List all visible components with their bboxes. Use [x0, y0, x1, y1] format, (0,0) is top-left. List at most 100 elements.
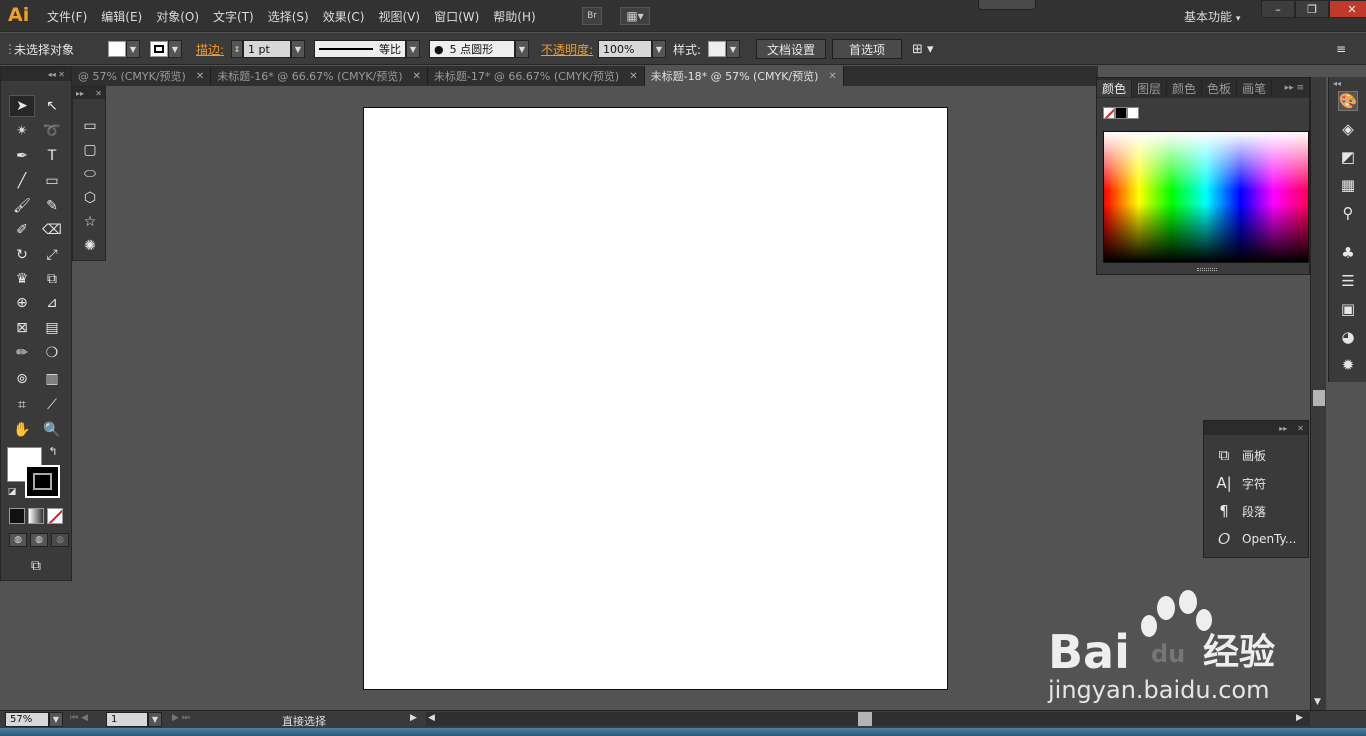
opacity-label[interactable]: 不透明度: — [541, 39, 593, 59]
mini-panel-header[interactable]: ▸▸ ✕ — [1204, 421, 1308, 435]
tab-document-18[interactable]: 未标题-18* @ 57% (CMYK/预览) ✕ — [644, 66, 844, 86]
blob-brush-tool-icon[interactable]: ✐ — [9, 219, 35, 241]
artboard[interactable] — [363, 107, 948, 690]
tab-document-15[interactable]: @ 57% (CMYK/预览) ✕ — [72, 66, 212, 86]
resize-grip-icon[interactable] — [1197, 268, 1217, 271]
close-icon[interactable]: ✕ — [629, 71, 637, 82]
menu-view[interactable]: 视图(V) — [371, 8, 427, 25]
close-icon[interactable]: ✕ — [413, 71, 421, 82]
vertical-scrollbar[interactable]: ▼ — [1310, 77, 1326, 710]
tools-panel-header[interactable]: ◂◂ ✕ — [1, 67, 71, 81]
chevron-down-icon[interactable]: ▼ — [515, 40, 529, 58]
dock-collapse-icon[interactable]: ◂◂ — [1333, 79, 1341, 88]
style-swatch[interactable]: ▼ — [708, 39, 740, 59]
hand-tool-icon[interactable]: ✋ — [9, 419, 35, 441]
flyout-header[interactable]: ▸▸ ✕ — [73, 87, 105, 99]
opacity-input[interactable]: 100% — [598, 40, 652, 58]
menu-effect[interactable]: 效果(C) — [316, 8, 372, 25]
menu-object[interactable]: 对象(O) — [149, 8, 206, 25]
tab-color[interactable]: 颜色 — [1097, 79, 1133, 97]
paintbrush-tool-icon[interactable]: 🖌 — [9, 195, 35, 217]
chevron-down-icon[interactable]: ▼ — [726, 40, 740, 58]
menu-select[interactable]: 选择(S) — [261, 8, 316, 25]
rounded-rectangle-tool-icon[interactable]: ▢ — [77, 139, 103, 161]
tab-document-17[interactable]: 未标题-17* @ 66.67% (CMYK/预览) ✕ — [428, 66, 645, 86]
swatches-panel-icon[interactable]: ▦ — [1338, 175, 1358, 195]
shape-builder-tool-icon[interactable]: ⊕ — [9, 292, 35, 314]
next-artboard-icon[interactable]: ▶ ⏭ — [172, 713, 190, 723]
tab-document-16[interactable]: 未标题-16* @ 66.67% (CMYK/预览) ✕ — [211, 66, 428, 86]
screen-mode-icon[interactable]: ⧉ — [23, 555, 49, 577]
arrange-documents-icon[interactable]: ▦▾ — [620, 7, 650, 25]
rectangle-tool-icon[interactable]: ▭ — [39, 170, 65, 192]
layers-panel-icon[interactable]: ◈ — [1338, 119, 1358, 139]
draw-inside-icon[interactable]: ◍ — [51, 533, 69, 547]
stroke-panel-icon[interactable]: ☰ — [1338, 271, 1358, 291]
tab-layers[interactable]: 图层 — [1132, 79, 1168, 97]
default-colors-icon[interactable]: ◪ — [5, 485, 19, 499]
horizontal-scrollbar[interactable]: ◀ ▶ — [426, 712, 1310, 726]
minimize-button[interactable]: – — [1261, 0, 1295, 18]
gradient-tool-icon[interactable]: ▤ — [39, 317, 65, 339]
none-swatch[interactable] — [1103, 107, 1115, 119]
tab-swatches[interactable]: 色板 — [1202, 79, 1238, 97]
character-panel-item[interactable]: A| 字符 — [1204, 469, 1308, 497]
artboards-panel-item[interactable]: ⧉ 画板 — [1204, 441, 1308, 469]
mesh-tool-icon[interactable]: ⊠ — [9, 317, 35, 339]
stroke-weight-control[interactable]: ⇕ 1 pt ▼ — [231, 39, 305, 59]
bridge-button[interactable]: Br — [582, 7, 602, 25]
perspective-grid-tool-icon[interactable]: ⊿ — [39, 292, 65, 314]
star-tool-icon[interactable]: ☆ — [77, 211, 103, 233]
color-mode-icon[interactable] — [9, 508, 25, 524]
white-swatch[interactable] — [1127, 107, 1139, 119]
menu-file[interactable]: 文件(F) — [40, 8, 94, 25]
rectangle-tool-icon[interactable]: ▭ — [77, 115, 103, 137]
rotate-tool-icon[interactable]: ↻ — [9, 244, 35, 266]
column-graph-tool-icon[interactable]: ▥ — [39, 368, 65, 390]
draw-behind-icon[interactable]: ◍ — [30, 533, 48, 547]
scroll-left-icon[interactable]: ◀ — [428, 713, 435, 723]
opentype-panel-item[interactable]: 𝑂 OpenTy... — [1204, 525, 1308, 553]
pencil-tool-icon[interactable]: ✎ — [39, 195, 65, 217]
stepper-icon[interactable]: ⇕ — [231, 40, 243, 58]
chevron-down-icon[interactable]: ▼ — [168, 40, 182, 58]
artboard-tool-icon[interactable]: ⌗ — [9, 394, 35, 416]
eyedropper-tool-icon[interactable]: ✏ — [9, 342, 35, 364]
direct-selection-tool-icon[interactable]: ↖ — [39, 95, 65, 117]
chevron-down-icon[interactable]: ▼ — [406, 40, 420, 58]
stroke-profile-select[interactable]: 等比 ▼ — [314, 39, 420, 59]
stroke-swatch[interactable]: ▼ — [150, 39, 182, 59]
arrange-icon[interactable]: ⊞ ▾ — [912, 39, 934, 59]
close-icon[interactable]: ✕ — [828, 71, 836, 82]
scale-tool-icon[interactable]: ⤢ — [39, 244, 65, 266]
gradient-panel-icon[interactable]: ▣ — [1338, 299, 1358, 319]
fill-swatch[interactable]: ▼ — [108, 39, 140, 59]
type-tool-icon[interactable]: T — [39, 145, 65, 167]
appearance-panel-icon[interactable]: ✹ — [1338, 355, 1358, 375]
close-icon[interactable]: ✕ — [196, 71, 204, 82]
chevron-down-icon[interactable]: ▼ — [49, 712, 63, 727]
color-panel-icon[interactable]: 🎨 — [1338, 91, 1358, 111]
selection-tool-icon[interactable]: ➤ — [9, 95, 35, 117]
line-tool-icon[interactable]: ╱ — [9, 170, 35, 192]
gradient-mode-icon[interactable] — [28, 508, 44, 524]
opacity-control[interactable]: 100% ▼ — [598, 39, 666, 59]
panel-menu-icon[interactable]: ≡ — [1336, 39, 1346, 59]
workspace-switcher[interactable]: 基本功能 ▾ — [1184, 8, 1240, 25]
tab-brushes[interactable]: 画笔 — [1237, 79, 1273, 97]
status-menu-icon[interactable]: ▶ — [410, 713, 417, 723]
tab-color-guide[interactable]: 颜色 — [1167, 79, 1203, 97]
panel-menu-icon[interactable]: ▸▸ ≡ — [1280, 83, 1309, 93]
lasso-tool-icon[interactable]: ➰ — [39, 120, 65, 142]
brush-select[interactable]: ● 5 点圆形 ▼ — [429, 39, 529, 59]
chevron-down-icon[interactable]: ▼ — [148, 712, 162, 727]
symbols-panel-icon[interactable]: ♣ — [1338, 243, 1358, 263]
magic-wand-tool-icon[interactable]: ✴ — [9, 120, 35, 142]
symbol-sprayer-tool-icon[interactable]: ⊚ — [9, 368, 35, 390]
first-artboard-icon[interactable]: ⏮ ◀ — [70, 713, 88, 723]
menu-type[interactable]: 文字(T) — [206, 8, 261, 25]
preferences-button[interactable]: 首选项 — [832, 39, 903, 59]
eraser-tool-icon[interactable]: ⌫ — [39, 219, 65, 241]
paragraph-panel-item[interactable]: ¶ 段落 — [1204, 497, 1308, 525]
polygon-tool-icon[interactable]: ⬡ — [77, 187, 103, 209]
